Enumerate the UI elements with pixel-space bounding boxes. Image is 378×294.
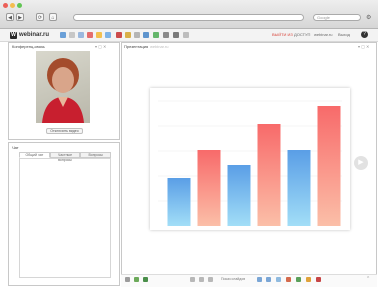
back-button[interactable]: ◀: [6, 13, 14, 21]
access-link[interactable]: ДОСТУП: [294, 32, 310, 38]
logo-mark: W: [10, 31, 17, 39]
presentation-bottom-bar: [121, 274, 377, 287]
logo-text: webinar.ru: [19, 32, 50, 38]
chat-title: Чат: [12, 145, 19, 150]
video-feed: [36, 51, 90, 123]
slide: [150, 88, 350, 230]
slideshow-label[interactable]: Показ слайдов: [221, 277, 245, 281]
reload-button[interactable]: ⟳: [36, 13, 44, 21]
user-icon[interactable]: [163, 32, 169, 38]
grid-icon[interactable]: [199, 277, 204, 282]
next-slide-button[interactable]: ▶: [354, 156, 368, 170]
pointer-icon[interactable]: [125, 277, 130, 282]
chat-messages-area[interactable]: [19, 158, 111, 278]
folder-icon[interactable]: [96, 32, 102, 38]
logo: W webinar.ru: [10, 31, 49, 39]
collapse-icon[interactable]: ⌃: [366, 276, 370, 282]
toggle-video-button[interactable]: Отключить видео: [46, 128, 83, 134]
presentation-icon[interactable]: [125, 32, 131, 38]
refresh-icon[interactable]: [134, 277, 139, 282]
chart-bar-4: [257, 124, 281, 226]
presentation-subtitle: webinar.ru: [150, 44, 169, 49]
marker-icon[interactable]: [296, 277, 301, 282]
more-icon[interactable]: [183, 32, 189, 38]
document-icon[interactable]: [69, 32, 75, 38]
settings-icon[interactable]: ⚙: [366, 14, 371, 21]
close-window-icon[interactable]: [3, 3, 8, 8]
bar-chart: [158, 100, 342, 226]
monitor-icon[interactable]: [105, 32, 111, 38]
person-image: [42, 58, 84, 123]
home-button[interactable]: ⌂: [49, 13, 57, 21]
search-input[interactable]: Google: [313, 14, 361, 21]
chart-bar-3: [227, 165, 251, 226]
chart-bar-5: [287, 150, 311, 226]
conference-controls[interactable]: ▾ ▢ ✕: [95, 44, 106, 49]
share-icon[interactable]: [143, 32, 149, 38]
conference-title: Конференц-связь: [12, 44, 45, 49]
zoom-in-icon[interactable]: [257, 277, 262, 282]
help-icon[interactable]: ?: [361, 31, 368, 38]
people-icon[interactable]: [60, 32, 66, 38]
fit-icon[interactable]: [276, 277, 281, 282]
camera-icon[interactable]: [78, 32, 84, 38]
eraser-icon[interactable]: [316, 277, 321, 282]
minimize-window-icon[interactable]: [10, 3, 15, 8]
board-icon[interactable]: [134, 32, 140, 38]
record-link[interactable]: ВЫЙТИ ИЗ: [272, 32, 293, 38]
chat-icon[interactable]: [87, 32, 93, 38]
chart-bar-2: [197, 150, 221, 226]
site-link[interactable]: webinar.ru: [314, 32, 332, 38]
presentation-controls[interactable]: ▾ ▢ ✕: [358, 44, 369, 49]
exit-link[interactable]: Выход: [338, 32, 350, 38]
record-icon[interactable]: [116, 32, 122, 38]
upload-icon[interactable]: [143, 277, 148, 282]
forward-button[interactable]: ▶: [16, 13, 24, 21]
thumbnails-icon[interactable]: [190, 277, 195, 282]
pen-icon[interactable]: [173, 32, 179, 38]
poll-icon[interactable]: [153, 32, 159, 38]
presentation-title: Презентация: [124, 44, 149, 49]
laser-icon[interactable]: [286, 277, 291, 282]
chart-bar-1: [167, 178, 191, 226]
address-bar[interactable]: [73, 14, 304, 21]
list-icon[interactable]: [208, 277, 213, 282]
chart-bar-6: [317, 106, 341, 226]
zoom-out-icon[interactable]: [266, 277, 271, 282]
maximize-window-icon[interactable]: [17, 3, 22, 8]
pencil-icon[interactable]: [306, 277, 311, 282]
